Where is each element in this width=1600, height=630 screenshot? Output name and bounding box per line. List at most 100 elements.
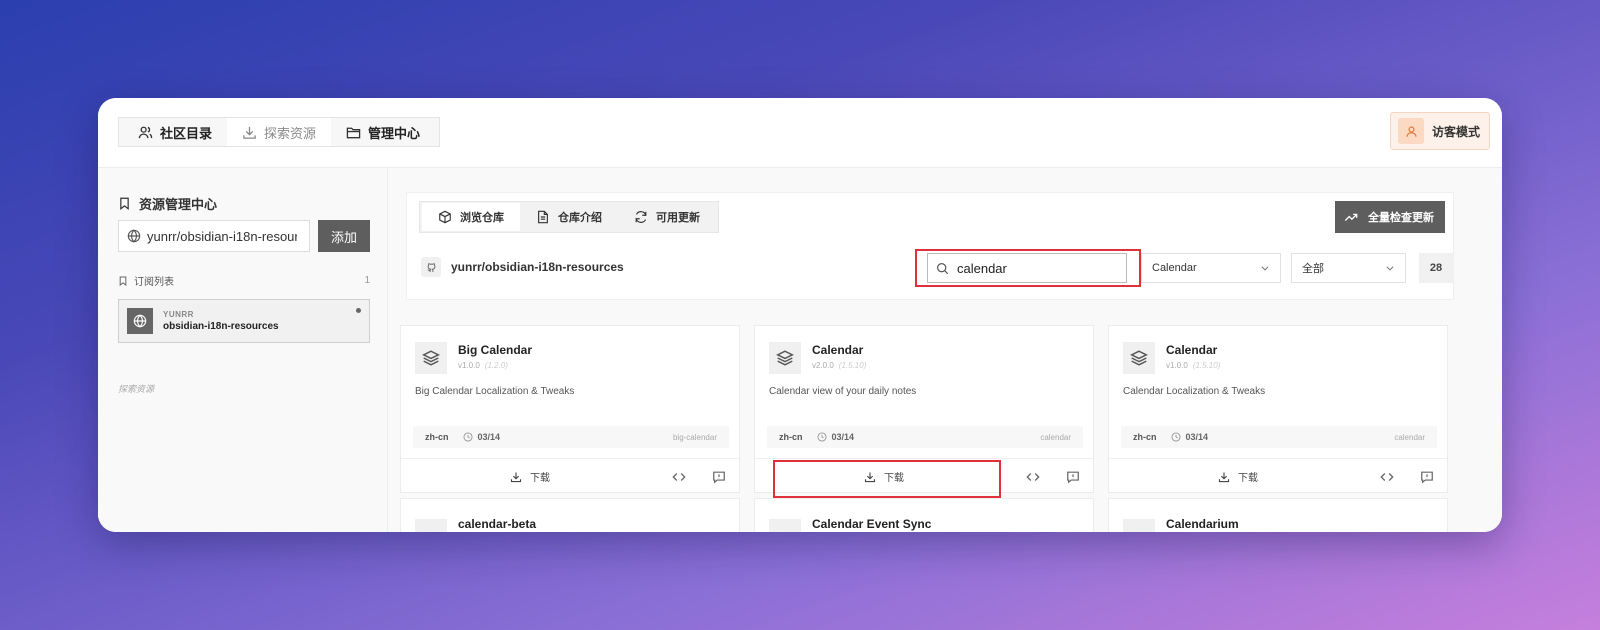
layers-icon [769,342,801,374]
plugin-filter-select[interactable]: Calendar [1141,253,1281,283]
type-filter-select[interactable]: 全部 [1291,253,1406,283]
subscriptions-header: 订阅列表 1 [118,273,370,288]
file-icon [538,210,548,224]
package-icon [439,210,451,224]
card-date: 03/14 [462,432,500,442]
top-bar: 社区目录 探索资源 管理中心 访客模式 [98,98,1502,168]
repo-browser-header: 浏览仓库 仓库介绍 可用更新 全量检查更新 yunrr/obsidian-i18… [406,192,1454,300]
card-lang: zh-cn [425,432,449,442]
card-slug: calendar [1040,432,1071,442]
tab-label: 仓库介绍 [558,212,602,224]
download-icon [243,126,256,139]
report-button[interactable] [1053,459,1093,494]
download-button[interactable]: 下载 [401,459,659,494]
download-button[interactable]: 下载 [1109,459,1367,494]
chevron-down-icon [1386,266,1394,271]
nav-management-center[interactable]: 管理中心 [331,118,435,146]
card-title: Calendarium [1166,517,1239,531]
resource-card[interactable]: Calendar Event Sync [754,498,1094,532]
search-wrapper [927,253,1127,283]
clock-icon [1170,432,1181,442]
layers-icon [1123,342,1155,374]
layers-icon [1123,519,1155,532]
resource-card[interactable]: calendar-beta [400,498,740,532]
type-filter-value: 全部 [1302,263,1324,275]
code-icon [672,472,686,481]
content-area: 资源管理中心 添加 订阅列表 1 YUNRR obsidian-i18n-res… [98,168,1502,532]
repo-name: yunrr/obsidian-i18n-resources [451,260,624,274]
card-meta: zh-cn 03/14 calendar [767,426,1083,448]
chevron-down-icon [1261,266,1269,271]
app-window: 社区目录 探索资源 管理中心 访客模式 资源管理中心 yunrr/obsidia… [98,98,1502,532]
resource-card: Calendar v2.0.0 (1.5.10) Calendar view of… [754,325,1094,498]
result-count-badge: 28 [1419,253,1453,283]
bookmark-icon [119,275,127,286]
repo-input-wrapper [118,220,310,252]
globe-icon [127,229,141,243]
guest-mode-button[interactable]: 访客模式 [1390,112,1490,150]
report-button[interactable] [1407,459,1447,494]
sidebar: 资源管理中心 添加 订阅列表 1 YUNRR obsidian-i18n-res… [98,168,388,532]
card-description: Calendar view of your daily notes [769,386,917,397]
add-repo-button[interactable]: 添加 [318,220,370,252]
layers-icon [415,342,447,374]
nav-label: 探索资源 [264,125,317,141]
card-title: calendar-beta [458,517,537,531]
card-title: Calendar [812,343,864,357]
repo-url-input[interactable] [147,228,297,244]
sidebar-title: 资源管理中心 [118,194,217,213]
tab-repo-intro[interactable]: 仓库介绍 [520,203,618,231]
download-highlight-box [773,460,1001,498]
card-description: Big Calendar Localization & Tweaks [415,386,575,397]
card-version: v1.0.0 (1.5.10) [1166,361,1221,370]
subscription-item[interactable]: YUNRR obsidian-i18n-resources [118,299,370,343]
subscription-name: obsidian-i18n-resources [163,321,279,332]
report-button[interactable] [699,459,739,494]
card-version: v2.0.0 (1.5.10) [812,361,867,370]
main-panel: 浏览仓库 仓库介绍 可用更新 全量检查更新 yunrr/obsidian-i18… [398,168,1502,532]
refresh-icon [635,211,647,223]
card-slug: big-calendar [672,432,717,442]
card-meta: zh-cn 03/14 big-calendar [413,426,729,448]
tab-browse-repo[interactable]: 浏览仓库 [422,203,520,231]
card-title: Calendar Event Sync [812,517,932,531]
nav-community-directory[interactable]: 社区目录 [123,118,227,146]
card-title: Big Calendar [458,343,533,357]
tab-available-updates[interactable]: 可用更新 [618,203,716,231]
card-description: Calendar Localization & Tweaks [1123,386,1266,397]
card-meta: zh-cn 03/14 calendar [1121,426,1437,448]
resource-card: Calendar v1.0.0 (1.5.10) Calendar Localiz… [1108,325,1448,493]
feedback-icon [1067,471,1079,484]
tab-label: 可用更新 [656,212,700,224]
card-date: 03/14 [816,432,854,442]
feedback-icon [1421,471,1433,484]
active-indicator [356,308,361,313]
check-all-label: 全量检查更新 [1368,212,1434,224]
search-icon [937,262,949,274]
code-icon [1026,472,1040,481]
check-all-updates-button[interactable]: 全量检查更新 [1335,201,1445,233]
bookmark-icon [120,197,129,210]
plugin-filter-value: Calendar [1152,262,1197,274]
nav-label: 管理中心 [368,125,421,141]
card-actions: 下载 [401,458,739,494]
globe-icon [127,308,153,334]
download-icon [510,472,522,482]
subscription-owner: YUNRR [163,310,194,319]
card-actions: 下载 [1109,458,1447,494]
view-code-button[interactable] [659,459,699,494]
view-code-button[interactable] [1013,459,1053,494]
trending-up-icon [1344,213,1358,221]
resource-card: Big Calendar v1.0.0 (1.2.0) Big Calendar … [400,325,740,493]
tab-label: 浏览仓库 [460,212,504,224]
repo-tabs: 浏览仓库 仓库介绍 可用更新 [419,201,719,233]
search-input[interactable] [957,260,1117,276]
card-title: Calendar [1166,343,1218,357]
resource-card[interactable]: Calendarium [1108,498,1448,532]
code-icon [1380,472,1394,481]
subscriptions-count: 1 [364,275,370,286]
subscriptions-title: 订阅列表 [134,277,174,288]
view-code-button[interactable] [1367,459,1407,494]
guest-mode-label: 访客模式 [1432,124,1481,139]
nav-explore-resources[interactable]: 探索资源 [227,118,332,146]
